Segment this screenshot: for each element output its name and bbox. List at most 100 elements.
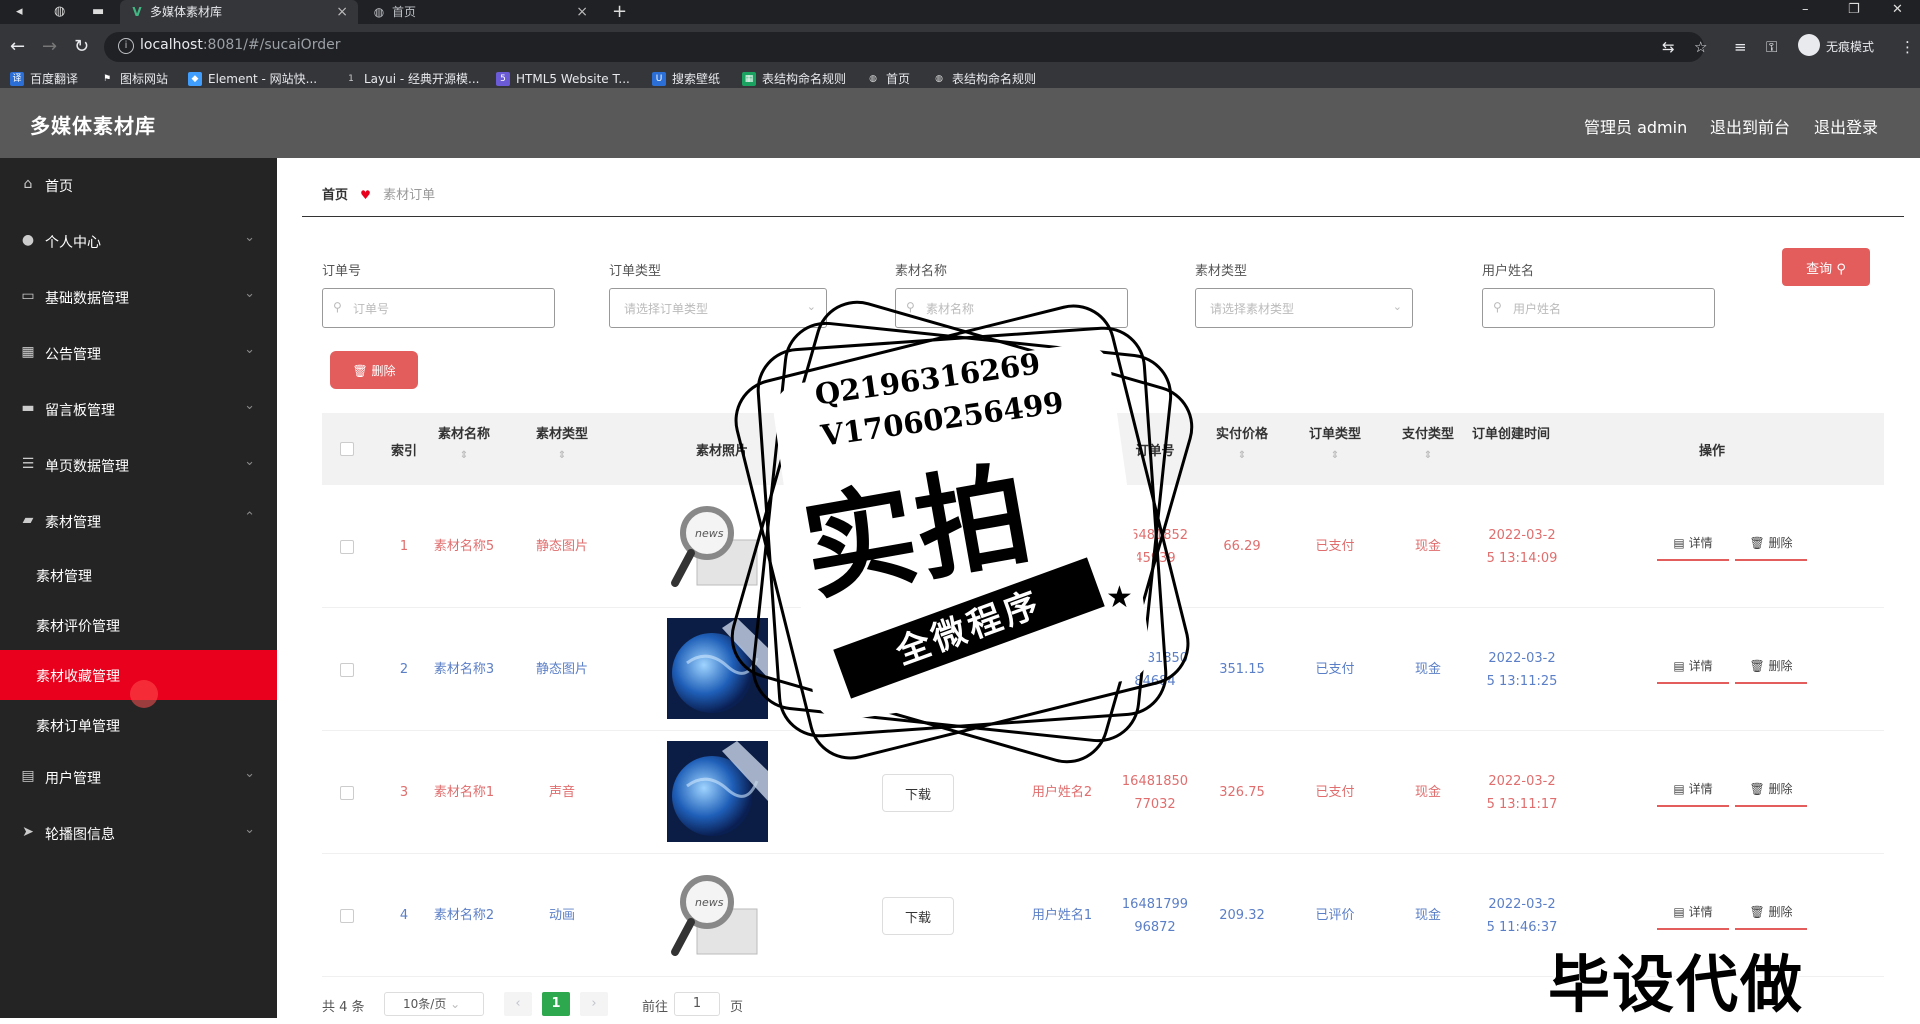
window-icon[interactable]: ▬ — [92, 4, 104, 20]
material-name-input[interactable]: ⚲ 素材名称 — [895, 288, 1128, 328]
mute-icon[interactable]: ◂ — [16, 4, 23, 20]
detail-button[interactable]: ▤ 详情 — [1657, 771, 1729, 807]
column-header[interactable]: 素材文件 — [862, 413, 972, 485]
info-icon[interactable]: i — [118, 38, 134, 54]
download-button[interactable]: 下载 — [882, 774, 954, 812]
query-button[interactable]: 查询 ⚲ — [1782, 248, 1870, 286]
close-window-icon[interactable]: ✕ — [1892, 0, 1903, 20]
minimize-icon[interactable]: – — [1802, 0, 1809, 20]
detail-button[interactable]: ▤ 详情 — [1657, 894, 1729, 930]
back-icon[interactable]: ← — [10, 34, 25, 60]
sidebar-item-message-board[interactable]: ▬ 留言板管理 ⌄ — [0, 382, 277, 438]
bookmark-item[interactable]: ▦ 表结构命名规则 — [742, 70, 846, 88]
sort-icon[interactable]: ⇕ — [414, 450, 514, 461]
grid-icon: ▦ — [21, 344, 35, 360]
sort-icon[interactable]: ⇕ — [512, 450, 612, 461]
select-all-checkbox[interactable] — [340, 442, 354, 456]
sidebar-item-material[interactable]: ▰ 素材管理 ⌃ — [0, 494, 277, 550]
bookmark-item[interactable]: 5 HTML5 Website T... — [496, 70, 630, 88]
incognito-icon[interactable] — [1798, 34, 1820, 56]
browser-tab-active[interactable]: V 多媒体素材库 × — [120, 0, 358, 24]
column-header[interactable]: 实付价格 ⇕ — [1192, 413, 1292, 485]
forward-icon[interactable]: → — [42, 34, 57, 60]
sort-icon[interactable]: ⇕ — [1192, 450, 1292, 461]
reload-icon[interactable]: ↻ — [74, 34, 89, 60]
delete-button[interactable]: 🗑 删除 — [1735, 894, 1807, 930]
order-no-input[interactable]: ⚲ 订单号 — [322, 288, 555, 328]
user-name-input[interactable]: ⚲ 用户姓名 — [1482, 288, 1715, 328]
sidebar-item-personal[interactable]: ● 个人中心 ⌄ — [0, 214, 277, 270]
bookmark-item[interactable]: 1 Layui - 经典开源模... — [344, 70, 479, 88]
delete-button[interactable]: 🗑 删除 — [1735, 525, 1807, 561]
delete-button[interactable]: 🗑 删除 — [1735, 648, 1807, 684]
delete-button[interactable]: 🗑 删除 — [1735, 771, 1807, 807]
download-button[interactable]: 下载 — [882, 651, 954, 689]
sidebar-subitem-review[interactable]: 素材评价管理 — [0, 600, 277, 650]
detail-button[interactable]: ▤ 详情 — [1657, 525, 1729, 561]
playlist-icon[interactable]: ≡ — [1734, 36, 1747, 58]
row-checkbox[interactable] — [340, 540, 354, 554]
magnifier-thumbnail[interactable]: news — [667, 864, 768, 965]
close-tab-icon[interactable]: × — [576, 0, 588, 24]
column-header[interactable]: 素材照片 — [662, 413, 782, 485]
bookmark-item[interactable]: U 搜索壁纸 — [652, 70, 720, 88]
globe-icon[interactable]: ◍ — [54, 4, 65, 20]
sidebar-item-notice[interactable]: ▦ 公告管理 ⌄ — [0, 326, 277, 382]
batch-delete-button[interactable]: 🗑 删除 — [330, 351, 418, 389]
logout-link[interactable]: 退出登录 — [1814, 114, 1878, 138]
sidebar-subitem-order[interactable]: 素材订单管理 — [0, 700, 277, 750]
url-field[interactable]: i localhost:8081/#/sucaiOrder — [104, 32, 1704, 62]
material-type-select[interactable]: 请选择素材类型 ⌄ — [1195, 288, 1413, 328]
sidebar-item-users[interactable]: ▤ 用户管理 ⌄ — [0, 750, 277, 806]
row-checkbox[interactable] — [340, 663, 354, 677]
bookmark-item[interactable]: ◆ Element - 网站快... — [188, 70, 317, 88]
sidebar-item-carousel[interactable]: ➤ 轮播图信息 ⌄ — [0, 806, 277, 862]
bookmark-item[interactable]: 译百度翻译 — [10, 70, 78, 88]
magnifier-thumbnail[interactable]: news — [667, 495, 768, 596]
restore-icon[interactable]: ❐ — [1848, 0, 1860, 20]
globe-thumbnail[interactable] — [667, 741, 768, 842]
chat-icon: ▭ — [21, 288, 35, 304]
more-menu-icon[interactable]: ⋮ — [1900, 36, 1915, 58]
material-name-label: 素材名称 — [895, 264, 948, 279]
sidebar-item-basic-data[interactable]: ▭ 基础数据管理 ⌄ — [0, 270, 277, 326]
row-checkbox[interactable] — [340, 786, 354, 800]
chevron-down-icon: ⌄ — [806, 300, 816, 313]
next-page-icon[interactable]: › — [580, 992, 608, 1016]
bookmark-item[interactable]: ◍ 表结构命名规则 — [932, 70, 1036, 88]
column-header[interactable]: 用户姓名 — [1012, 413, 1112, 485]
cell-type: 声音 — [548, 785, 575, 800]
bookmark-star-icon[interactable]: ☆ — [1694, 36, 1707, 58]
page-size-select[interactable]: 10条/页 ⌄ — [384, 992, 484, 1016]
column-header[interactable]: 素材类型 ⇕ — [512, 413, 612, 485]
goto-page-input[interactable]: 1 — [674, 992, 720, 1016]
order-type-select[interactable]: 请选择订单类型 ⌄ — [609, 288, 827, 328]
page-number-current[interactable]: 1 — [542, 992, 570, 1016]
row-checkbox[interactable] — [340, 909, 354, 923]
new-tab-icon[interactable]: + — [612, 0, 627, 24]
column-header[interactable]: 订单创建时间 — [1462, 413, 1602, 485]
sidebar-subitem-material[interactable]: 素材管理 — [0, 550, 277, 600]
column-header[interactable]: 素材名称 ⇕ — [414, 413, 514, 485]
browser-tab[interactable]: ◍ 首页 × — [362, 0, 598, 24]
chevron-down-icon: ⌄ — [244, 398, 255, 413]
close-tab-icon[interactable]: × — [336, 0, 348, 24]
front-link[interactable]: 退出到前台 — [1710, 114, 1790, 138]
column-header[interactable]: 订单类型 ⇕ — [1285, 413, 1385, 485]
download-button[interactable]: 下载 — [882, 528, 954, 566]
prev-page-icon[interactable]: ‹ — [504, 992, 532, 1016]
globe-thumbnail[interactable] — [667, 618, 768, 719]
placeholder: 订单号 — [353, 302, 390, 316]
sidebar-item-home[interactable]: ⌂ 首页 — [0, 158, 277, 214]
detail-button[interactable]: ▤ 详情 — [1657, 648, 1729, 684]
sidebar-item-single-page[interactable]: ☰ 单页数据管理 ⌄ — [0, 438, 277, 494]
breadcrumb-home[interactable]: 首页 — [322, 188, 348, 203]
download-button[interactable]: 下载 — [882, 897, 954, 935]
sort-icon[interactable]: ⇕ — [1285, 450, 1385, 461]
bookmark-item[interactable]: ◍ 首页 — [866, 70, 910, 88]
column-header[interactable]: 订单号 — [1105, 413, 1205, 485]
translate-icon[interactable]: ⇆ — [1662, 36, 1675, 58]
bookmark-item[interactable]: ⚑ 图标网站 — [100, 70, 168, 88]
key-icon[interactable]: ⚿ — [1766, 36, 1777, 58]
admin-link[interactable]: 管理员 admin — [1584, 114, 1687, 138]
